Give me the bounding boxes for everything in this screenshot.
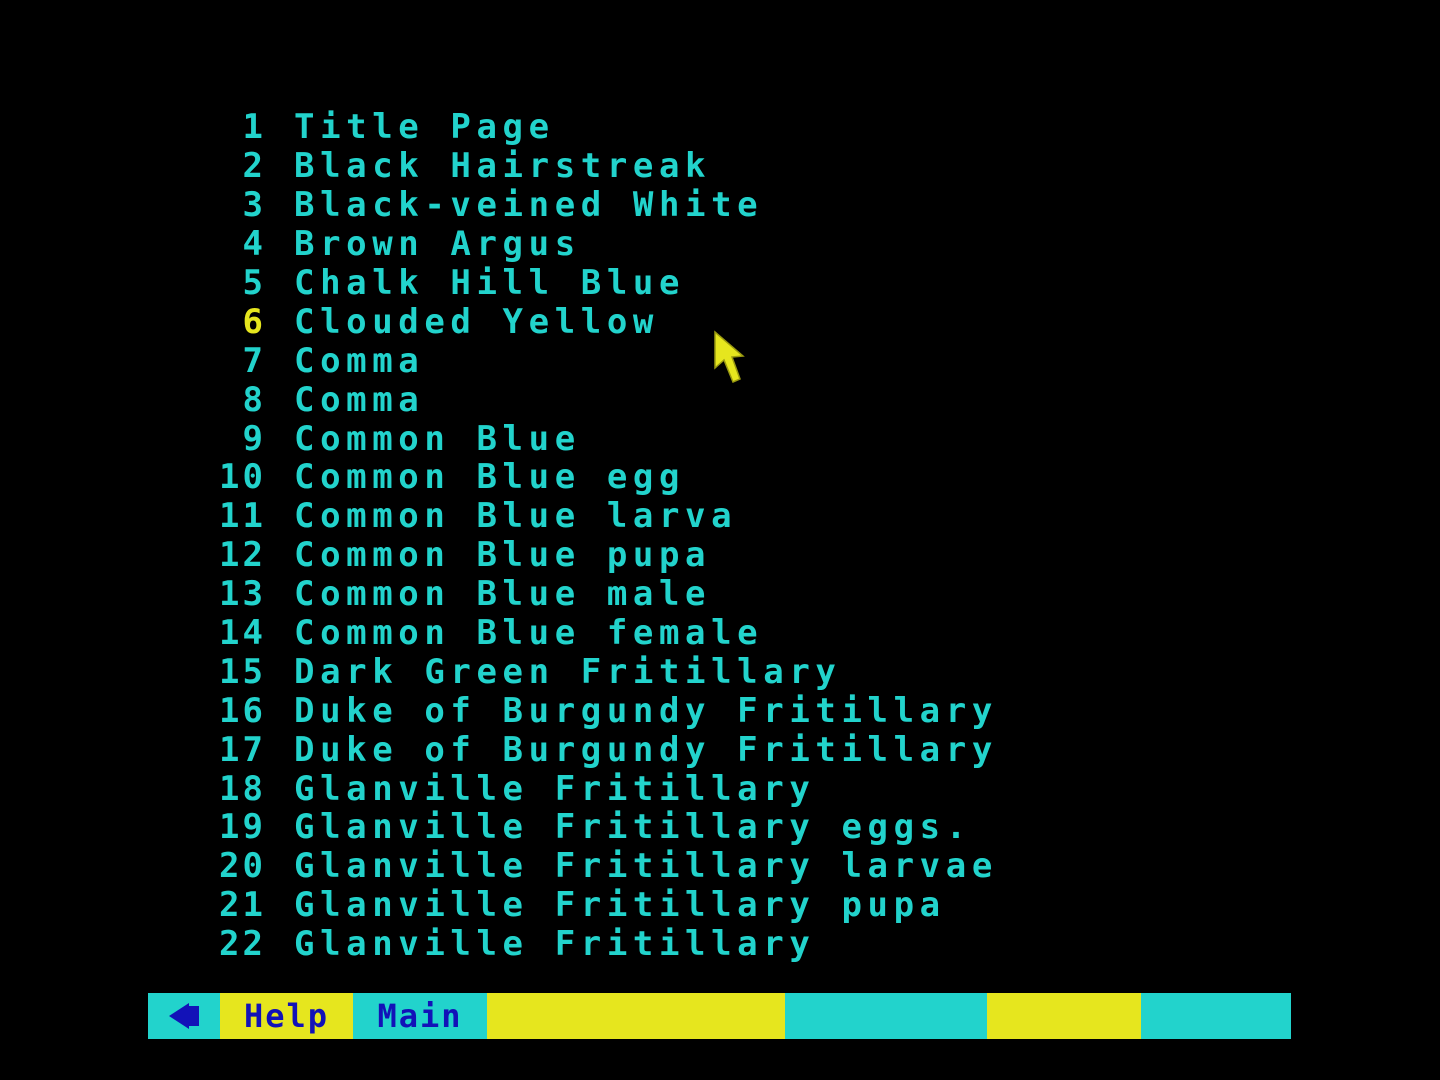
bar-cyan-panel — [785, 993, 987, 1039]
list-item-number: 7 — [242, 340, 266, 381]
list-item[interactable]: 7 Comma — [204, 340, 998, 381]
list-item[interactable]: 4 Brown Argus — [204, 224, 998, 265]
list-item[interactable]: 11 Common Blue larva — [204, 496, 998, 537]
list-item[interactable]: 15 Dark Green Fritillary — [204, 651, 998, 692]
list-item-number: 11 — [219, 496, 266, 537]
list-item-number: 22 — [219, 924, 266, 965]
list-item-label: Glanville Fritillary eggs. — [294, 807, 972, 848]
mouse-pointer-icon — [714, 330, 745, 383]
list-item[interactable]: 19 Glanville Fritillary eggs. — [204, 807, 998, 848]
list-item-label: Common Blue egg — [294, 457, 686, 498]
list-item-label: Duke of Burgundy Fritillary — [294, 690, 998, 731]
list-item-number: 13 — [219, 574, 266, 615]
list-item-number: 3 — [242, 185, 266, 226]
list-item-label: Glanville Fritillary — [294, 924, 816, 965]
list-item[interactable]: 22 Glanville Fritillary — [204, 924, 998, 965]
index-list: 1 Title Page 2 Black Hairstreak 3 Black-veine… — [204, 107, 998, 965]
list-item[interactable]: 16 Duke of Burgundy Fritillary — [204, 690, 998, 731]
list-item-label: Clouded Yellow — [294, 301, 659, 342]
list-item-label: Black-veined White — [294, 185, 764, 226]
list-item[interactable]: 2 Black Hairstreak — [204, 146, 998, 187]
list-item[interactable]: 8 Comma — [204, 379, 998, 420]
list-item-number: 20 — [219, 846, 266, 887]
help-button[interactable]: Help — [220, 993, 353, 1039]
list-item-label: Duke of Burgundy Fritillary — [294, 729, 998, 770]
list-item-number: 6 — [242, 301, 266, 342]
list-item-label: Common Blue — [294, 418, 581, 459]
bar-yellow-panel — [487, 993, 785, 1039]
list-item-label: Common Blue male — [294, 574, 712, 615]
list-item-number: 18 — [219, 768, 266, 809]
list-item-number: 5 — [242, 263, 266, 304]
list-item-number: 19 — [219, 807, 266, 848]
left-arrow-icon — [169, 1003, 199, 1029]
navigation-bar: Help Main — [148, 993, 1291, 1039]
list-item[interactable]: 18 Glanville Fritillary — [204, 768, 998, 809]
main-button[interactable]: Main — [353, 993, 487, 1039]
list-item[interactable]: 17 Duke of Burgundy Fritillary — [204, 729, 998, 770]
list-item[interactable]: 20 Glanville Fritillary larvae — [204, 846, 998, 887]
list-item[interactable]: 14 Common Blue female — [204, 613, 998, 654]
list-item-label: Title Page — [294, 107, 555, 148]
list-item-number: 8 — [242, 379, 266, 420]
list-item-number: 15 — [219, 651, 266, 692]
list-item-label: Common Blue pupa — [294, 535, 712, 576]
list-item-label: Common Blue larva — [294, 496, 738, 537]
list-item[interactable]: 3 Black-veined White — [204, 185, 998, 226]
list-item-number: 10 — [219, 457, 266, 498]
list-item-label: Glanville Fritillary pupa — [294, 885, 946, 926]
list-item[interactable]: 12 Common Blue pupa — [204, 535, 998, 576]
list-item-label: Dark Green Fritillary — [294, 651, 842, 692]
list-item-number: 4 — [242, 224, 266, 265]
list-item-number: 14 — [219, 613, 266, 654]
list-item[interactable]: 13 Common Blue male — [204, 574, 998, 615]
list-item-label: Brown Argus — [294, 224, 581, 265]
list-item-number: 12 — [219, 535, 266, 576]
list-item-label: Comma — [294, 379, 425, 420]
help-label: Help — [243, 997, 330, 1035]
list-item-number: 2 — [242, 146, 266, 187]
back-button[interactable] — [148, 993, 220, 1039]
list-item-label: Glanville Fritillary — [294, 768, 816, 809]
bar-yellow-panel-2 — [987, 993, 1141, 1039]
list-item[interactable]: 10 Common Blue egg — [204, 457, 998, 498]
list-item-number: 17 — [219, 729, 266, 770]
list-item-number: 21 — [219, 885, 266, 926]
list-item-label: Chalk Hill Blue — [294, 263, 686, 304]
list-item[interactable]: 1 Title Page — [204, 107, 998, 148]
list-item[interactable]: 6 Clouded Yellow — [204, 301, 998, 342]
list-item-number: 9 — [242, 418, 266, 459]
list-item[interactable]: 5 Chalk Hill Blue — [204, 263, 998, 304]
bar-cyan-panel-2 — [1141, 993, 1291, 1039]
teletext-screen: 1 Title Page 2 Black Hairstreak 3 Black-veine… — [0, 0, 1440, 1080]
main-label: Main — [377, 997, 463, 1035]
list-item-number: 16 — [219, 690, 266, 731]
list-item-label: Glanville Fritillary larvae — [294, 846, 998, 887]
list-item-label: Black Hairstreak — [294, 146, 712, 187]
list-item[interactable]: 9 Common Blue — [204, 418, 998, 459]
list-item-label: Common Blue female — [294, 613, 764, 654]
list-item[interactable]: 21 Glanville Fritillary pupa — [204, 885, 998, 926]
list-item-label: Comma — [294, 340, 425, 381]
list-item-number: 1 — [242, 107, 266, 148]
